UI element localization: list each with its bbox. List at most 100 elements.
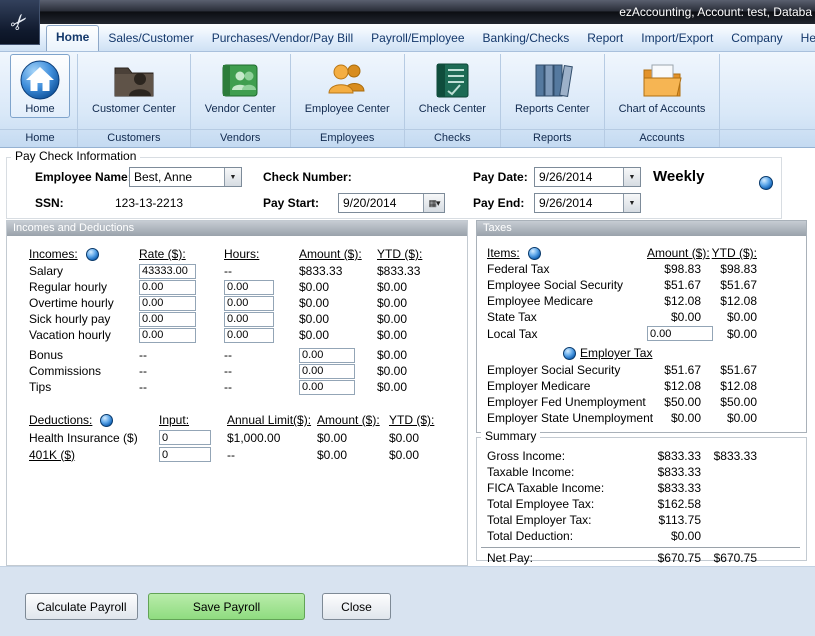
employee-center-button[interactable]: Employee Center [298, 54, 397, 118]
chevron-down-icon[interactable]: ▼ [224, 168, 241, 186]
toolbar-group-label[interactable]: Checks [434, 128, 471, 147]
tax-name: Federal Tax [487, 262, 647, 276]
deduction-name: Health Insurance ($) [29, 431, 159, 445]
income-name: Tips [29, 380, 139, 394]
help-globe-icon[interactable] [86, 248, 99, 261]
customer-center-button[interactable]: Customer Center [85, 54, 183, 118]
summary-amount: $113.75 [647, 513, 701, 527]
calendar-icon[interactable]: ▦▾ [423, 194, 444, 212]
tax-name: Employer Fed Unemployment [487, 395, 647, 409]
regular-hourly-rate-input[interactable] [139, 280, 196, 295]
vacation-hourly-hours-input[interactable] [224, 328, 274, 343]
summary-amount: $162.58 [647, 497, 701, 511]
chevron-down-icon[interactable]: ▼ [623, 194, 640, 212]
col-ytd: YTD ($): [701, 246, 757, 260]
col-rate: Rate ($): [139, 247, 224, 261]
app-logo-icon: ✂ [4, 7, 34, 37]
toolbar-group-checks: Check Center Checks [405, 54, 501, 147]
vendor-center-button[interactable]: Vendor Center [198, 54, 283, 118]
toolbar-group-label[interactable]: Employees [320, 128, 374, 147]
bonus-amount-input[interactable] [299, 348, 355, 363]
help-globe-icon[interactable] [100, 414, 113, 427]
check-center-icon [429, 58, 475, 102]
menu-tab-import-export[interactable]: Import/Export [632, 27, 722, 51]
sick-hourly-hours-input[interactable] [224, 312, 274, 327]
pay-start-datepicker[interactable]: 9/20/2014 ▦▾ [338, 193, 445, 213]
income-rate: -- [139, 380, 224, 394]
sick-hourly-rate-input[interactable] [139, 312, 196, 327]
summary-row-total-employee-tax: Total Employee Tax: $162.58 [477, 496, 806, 512]
regular-hourly-hours-input[interactable] [224, 280, 274, 295]
income-name: Regular hourly [29, 280, 139, 294]
paycheck-info-group: Pay Check Information Employee Name: Bes… [6, 157, 782, 219]
toolbar-group-label[interactable]: Customers [107, 128, 160, 147]
401k-input[interactable] [159, 447, 211, 462]
income-rate: -- [139, 348, 224, 362]
income-ytd: $0.00 [377, 280, 439, 294]
tax-row-employee-social-security: Employee Social Security $51.67 $51.67 [477, 277, 806, 293]
col-amount: Amount ($): [647, 246, 701, 260]
toolbar-group-label[interactable]: Home [25, 128, 54, 147]
chart-of-accounts-button[interactable]: Chart of Accounts [612, 54, 713, 118]
toolbar-label: Reports Center [515, 103, 590, 115]
col-deductions: Deductions: [29, 413, 92, 427]
deduction-401k-link[interactable]: 401K ($) [29, 448, 159, 462]
summary-label: Total Employer Tax: [487, 513, 647, 527]
calculate-payroll-button[interactable]: Calculate Payroll [25, 593, 138, 620]
toolbar-label: Chart of Accounts [619, 103, 706, 115]
summary-label: Total Employee Tax: [487, 497, 647, 511]
save-payroll-button[interactable]: Save Payroll [148, 593, 305, 620]
employee-name-dropdown[interactable]: Best, Anne ▼ [129, 167, 242, 187]
toolbar-label: Home [25, 103, 54, 115]
health-insurance-input[interactable] [159, 430, 211, 445]
reports-center-icon [529, 58, 575, 102]
summary-amount: $833.33 [647, 465, 701, 479]
summary-group: Summary Gross Income: $833.33 $833.33 Ta… [476, 437, 807, 561]
menu-tab-payroll-employee[interactable]: Payroll/Employee [362, 27, 473, 51]
menu-tab-home[interactable]: Home [46, 25, 99, 51]
menu-tab-purchases-vendor-pay-bill[interactable]: Purchases/Vendor/Pay Bill [203, 27, 362, 51]
close-button[interactable]: Close [322, 593, 391, 620]
income-name: Commissions [29, 364, 139, 378]
tips-amount-input[interactable] [299, 380, 355, 395]
help-globe-icon[interactable] [528, 247, 541, 260]
deduction-limit: $1,000.00 [227, 431, 317, 445]
check-center-button[interactable]: Check Center [412, 54, 493, 118]
home-button[interactable]: Home [10, 54, 70, 118]
commissions-amount-input[interactable] [299, 364, 355, 379]
summary-row-taxable-income: Taxable Income: $833.33 [477, 464, 806, 480]
check-number-input[interactable] [359, 167, 459, 186]
pay-date-dropdown[interactable]: 9/26/2014 ▼ [534, 167, 641, 187]
toolbar-group-label[interactable]: Reports [533, 128, 572, 147]
deduction-amount: $0.00 [317, 431, 389, 445]
tax-row-employer-medicare: Employer Medicare $12.08 $12.08 [477, 378, 806, 394]
toolbar-group-label[interactable]: Vendors [220, 128, 260, 147]
salary-rate-input[interactable] [139, 264, 196, 279]
tax-ytd: $98.83 [701, 262, 757, 276]
income-hours: -- [224, 380, 299, 394]
income-name: Bonus [29, 348, 139, 362]
summary-amount: $0.00 [647, 529, 701, 543]
summary-label: Taxable Income: [487, 465, 647, 479]
help-globe-icon[interactable] [759, 176, 773, 190]
tax-amount: $50.00 [647, 395, 701, 409]
menu-tab-company[interactable]: Company [722, 27, 791, 51]
menu-tab-report[interactable]: Report [578, 27, 632, 51]
overtime-hourly-hours-input[interactable] [224, 296, 274, 311]
menu-tab-banking-checks[interactable]: Banking/Checks [474, 27, 579, 51]
app-menu-button[interactable]: ✂ [0, 0, 40, 45]
tax-name: Local Tax [487, 327, 647, 341]
pay-end-label: Pay End: [473, 196, 524, 210]
menu-tab-help[interactable]: Help [792, 27, 815, 51]
menu-tab-sales-customer[interactable]: Sales/Customer [99, 27, 202, 51]
vacation-hourly-rate-input[interactable] [139, 328, 196, 343]
chevron-down-icon[interactable]: ▼ [623, 168, 640, 186]
deduction-limit: -- [227, 448, 317, 462]
income-amount: $0.00 [299, 328, 377, 342]
reports-center-button[interactable]: Reports Center [508, 54, 597, 118]
summary-label: Net Pay: [487, 551, 647, 565]
toolbar-group-label[interactable]: Accounts [639, 128, 684, 147]
pay-end-dropdown[interactable]: 9/26/2014 ▼ [534, 193, 641, 213]
overtime-hourly-rate-input[interactable] [139, 296, 196, 311]
help-globe-icon[interactable] [563, 347, 576, 360]
